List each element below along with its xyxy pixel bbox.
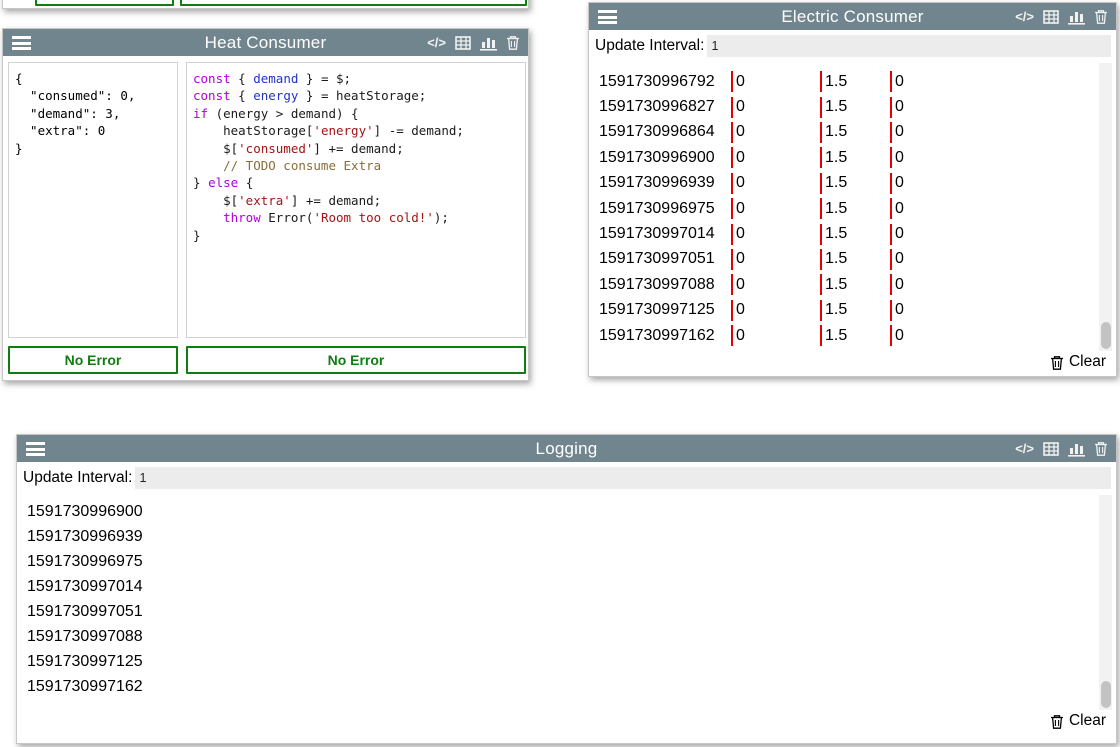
scrollbar[interactable] (1099, 495, 1112, 710)
table-row: 159173099682701.50 (593, 94, 1096, 119)
trash-icon[interactable] (1094, 441, 1108, 456)
log-entry: 1591730997162 (21, 674, 1096, 699)
table-row: 159173099679201.50 (593, 69, 1096, 94)
clear-button[interactable]: Clear (1050, 352, 1106, 372)
table-row: 159173099705101.50 (593, 247, 1096, 272)
code-icon[interactable]: </> (1015, 441, 1034, 456)
log-entry: 1591730997088 (21, 624, 1096, 649)
trash-icon[interactable] (506, 35, 520, 50)
trash-icon (1050, 714, 1064, 729)
table-row: 159173099693901.50 (593, 171, 1096, 196)
clear-button[interactable]: Clear (1050, 711, 1106, 731)
log-entry: 1591730997051 (21, 599, 1096, 624)
status-no-error-button[interactable]: No Error (180, 0, 527, 6)
trash-icon (1050, 355, 1064, 370)
panel-heat-consumer: Heat Consumer </> { "consumed": 0, "dema… (2, 28, 529, 381)
scrollbar[interactable] (1099, 63, 1112, 351)
log-entry: 1591730997014 (21, 574, 1096, 599)
code-icon[interactable]: </> (427, 35, 446, 50)
panel-title: Logging (17, 439, 1116, 459)
scrollbar-thumb[interactable] (1101, 681, 1111, 708)
panel-electric-consumer: Electric Consumer </> Update Interval: 1… (588, 2, 1117, 377)
electric-data-table: 159173099679201.50159173099682701.501591… (593, 69, 1096, 348)
electric-consumer-header: Electric Consumer </> (589, 3, 1116, 30)
code-editor[interactable]: const { demand } = $;const { energy } = … (186, 62, 526, 338)
state-json-editor[interactable]: { "consumed": 0, "demand": 3, "extra": 0… (8, 62, 178, 338)
panel-logging: Logging </> Update Interval: 15917309969… (16, 434, 1117, 744)
log-entry: 1591730996900 (21, 499, 1096, 524)
update-interval-input[interactable] (707, 35, 1111, 57)
update-interval-label: Update Interval: (595, 37, 704, 55)
chart-icon[interactable] (1068, 9, 1085, 25)
clear-button-label: Clear (1069, 712, 1106, 730)
table-icon[interactable] (1043, 10, 1059, 24)
log-entry: 1591730997125 (21, 649, 1096, 674)
update-interval-label: Update Interval: (23, 469, 132, 487)
table-row: 159173099697501.50 (593, 196, 1096, 221)
table-row: 159173099686401.50 (593, 120, 1096, 145)
status-no-error-button[interactable]: No Error (8, 346, 178, 374)
update-interval-input[interactable] (135, 467, 1111, 489)
table-row: 159173099690001.50 (593, 145, 1096, 170)
table-row: 159173099712501.50 (593, 298, 1096, 323)
panel-partial-top: No Error No Error (2, 0, 529, 9)
table-row: 159173099708801.50 (593, 272, 1096, 297)
log-entry: 1591730996975 (21, 549, 1096, 574)
clear-button-label: Clear (1069, 353, 1106, 371)
logging-list: 1591730996900159173099693915917309969751… (21, 499, 1096, 699)
table-icon[interactable] (1043, 442, 1059, 456)
code-icon[interactable]: </> (1015, 9, 1034, 24)
table-icon[interactable] (455, 36, 471, 50)
table-row: 159173099701401.50 (593, 221, 1096, 246)
trash-icon[interactable] (1094, 9, 1108, 24)
chart-icon[interactable] (1068, 441, 1085, 457)
logging-header: Logging </> (17, 435, 1116, 462)
status-no-error-button[interactable]: No Error (35, 0, 174, 6)
scrollbar-thumb[interactable] (1101, 322, 1111, 349)
status-no-error-button[interactable]: No Error (186, 346, 526, 374)
heat-consumer-header: Heat Consumer </> (3, 29, 528, 56)
chart-icon[interactable] (480, 35, 497, 51)
log-entry: 1591730996939 (21, 524, 1096, 549)
table-row: 159173099716201.50 (593, 323, 1096, 348)
